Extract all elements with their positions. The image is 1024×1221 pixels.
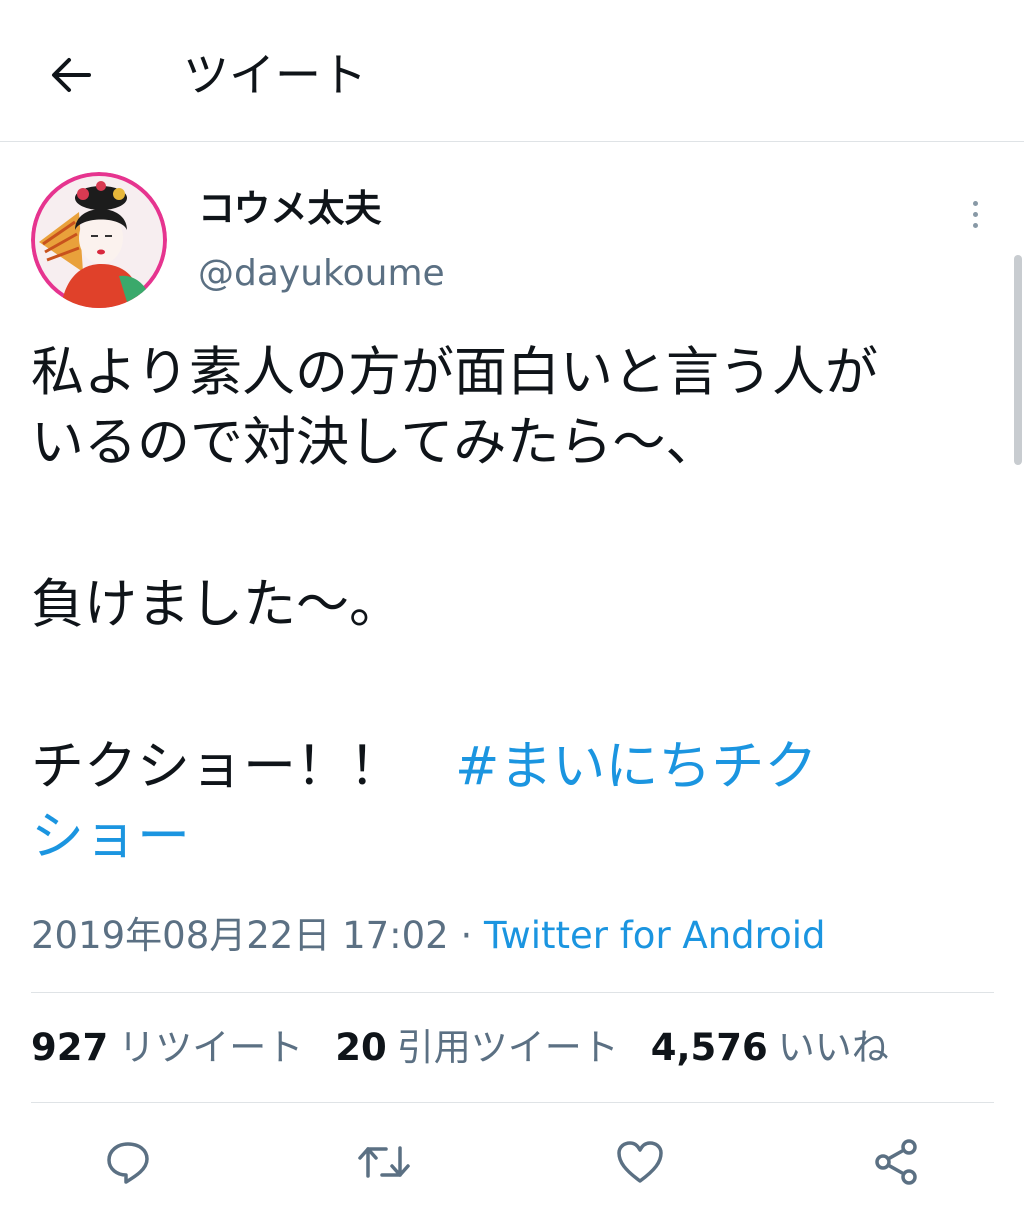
engagement-stats: 927 リツイート 20 引用ツイート 4,576 いいね: [31, 1020, 921, 1076]
tweet-line: チクショー！！ #まいにちチク: [31, 732, 999, 802]
retweet-icon: [358, 1146, 410, 1178]
divider: [31, 992, 994, 993]
divider: [31, 1102, 994, 1103]
more-dot-icon: [972, 222, 978, 228]
top-bar: ツイート: [0, 0, 1024, 142]
tweet-line: 私より素人の方が面白いと言う人が: [31, 342, 878, 403]
tweet-line: ショー: [31, 802, 999, 872]
heart-icon: [617, 1141, 663, 1183]
meta-separator: ·: [448, 914, 485, 957]
reply-icon: [107, 1142, 149, 1184]
tweet-line-text: チクショー！！: [31, 736, 455, 797]
back-button[interactable]: [38, 42, 104, 108]
author-handle[interactable]: @dayukoume: [198, 250, 445, 298]
share-button[interactable]: [866, 1132, 926, 1192]
tweet-timestamp[interactable]: 2019年08月22日 17:02: [31, 914, 449, 957]
tweet-text: 私より素人の方が面白いと言う人が いるので対決してみたら〜、 負けました〜。 チ…: [31, 338, 999, 872]
hashtag-link[interactable]: #まいにちチク: [455, 736, 817, 797]
author-display-name[interactable]: コウメ太夫: [198, 184, 382, 234]
tweet-source-link[interactable]: Twitter for Android: [484, 914, 825, 957]
retweets-stat[interactable]: 927 リツイート: [31, 1020, 303, 1076]
reply-button[interactable]: [98, 1132, 158, 1192]
scrollbar[interactable]: [1014, 255, 1022, 465]
retweet-count: 927: [31, 1026, 109, 1069]
more-options-button[interactable]: [958, 192, 992, 236]
more-dot-icon: [972, 200, 978, 206]
tweet-line: 負けました〜。: [31, 574, 402, 635]
quote-label: 引用ツイート: [396, 1026, 619, 1069]
hashtag-link-continued[interactable]: ショー: [31, 806, 190, 867]
avatar-photo: [31, 172, 167, 308]
likes-stat[interactable]: 4,576 いいね: [651, 1020, 889, 1076]
share-icon: [875, 1139, 917, 1185]
avatar[interactable]: [31, 172, 167, 308]
like-count: 4,576: [650, 1026, 768, 1069]
like-button[interactable]: [610, 1132, 670, 1192]
more-dot-icon: [972, 211, 978, 217]
like-label: いいね: [777, 1026, 889, 1069]
tweet-line: いるので対決してみたら〜、: [31, 412, 719, 473]
tweet-meta: 2019年08月22日 17:02 · Twitter for Android: [31, 910, 825, 962]
retweet-button[interactable]: [354, 1132, 414, 1192]
page-title: ツイート: [183, 48, 367, 102]
retweet-label: リツイート: [118, 1026, 304, 1069]
quote-count: 20: [335, 1026, 387, 1069]
action-bar: [0, 1132, 1024, 1202]
arrow-left-icon: [52, 58, 91, 92]
quotes-stat[interactable]: 20 引用ツイート: [335, 1020, 619, 1076]
